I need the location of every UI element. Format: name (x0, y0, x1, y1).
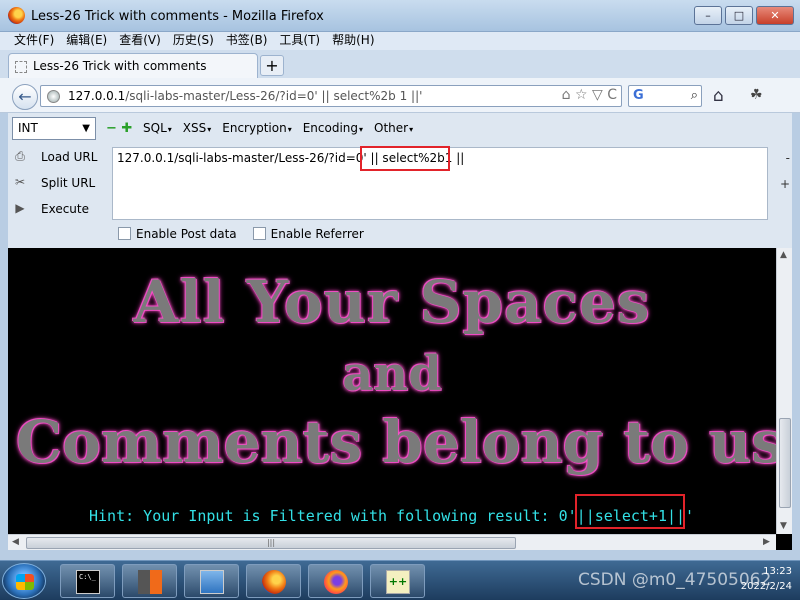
globe-icon (47, 90, 60, 103)
menu-tools[interactable]: 工具(T) (273, 32, 326, 50)
banner-line-2: and (342, 346, 442, 402)
taskbar-notepad[interactable]: ++ (370, 564, 425, 598)
close-button[interactable]: ✕ (756, 6, 794, 25)
back-button[interactable]: ← (12, 84, 38, 110)
menu-encoding[interactable]: Encoding (303, 121, 363, 135)
horizontal-scrollbar[interactable]: ◀ ||| ▶ (8, 534, 776, 550)
load-icon: ⎙ (15, 149, 25, 163)
hackbar-toolbar: INT ▼ − ✚ SQL XSS Encryption Encoding Ot… (0, 113, 800, 143)
plus-minus-icon[interactable]: − ✚ (106, 121, 132, 136)
menu-encryption[interactable]: Encryption (222, 121, 291, 135)
load-url-label: Load URL (41, 150, 98, 164)
hint-suffix: ' (685, 507, 695, 525)
menu-view[interactable]: 查看(V) (113, 32, 167, 50)
menu-other[interactable]: Other (374, 121, 413, 135)
notepad-icon: ++ (386, 570, 410, 594)
minimize-button[interactable]: – (694, 6, 722, 25)
enable-post-label: Enable Post data (136, 227, 237, 241)
menu-history[interactable]: 历史(S) (167, 32, 220, 50)
url-host: 127.0.0.1 (68, 89, 126, 103)
banner-line-1: All Your Spaces (133, 268, 651, 336)
execute-label: Execute (41, 202, 89, 216)
hint-highlight-box (575, 494, 685, 529)
expand-button[interactable]: + (780, 177, 790, 191)
tab-less-26[interactable]: Less-26 Trick with comments (8, 53, 258, 78)
menu-help[interactable]: 帮助(H) (326, 32, 380, 50)
checkbox-box[interactable] (252, 227, 266, 240)
scroll-right-icon[interactable]: ▶ (763, 537, 770, 547)
window-frame-left (0, 113, 8, 563)
firefox-logo-icon (8, 7, 25, 24)
window-controls: – □ ✕ (694, 6, 794, 25)
enable-referrer-label: Enable Referrer (270, 227, 364, 241)
burp-icon (138, 570, 162, 594)
highlight-box (360, 146, 450, 171)
split-icon: ✂ (14, 175, 26, 189)
navigation-bar: ← 127.0.0.1/sqli-labs-master/Less-26/?id… (0, 78, 800, 113)
search-bar[interactable]: G ⌕ (628, 85, 702, 107)
firefox-dev-icon (324, 570, 348, 594)
page-content: All Your Spaces and Comments belong to u… (8, 248, 776, 534)
enable-referrer-checkbox[interactable]: Enable Referrer (252, 227, 364, 241)
page-icon (15, 61, 27, 73)
menu-file[interactable]: 文件(F) (8, 32, 60, 50)
checkbox-box[interactable] (118, 227, 131, 240)
hackbar-url-textarea[interactable]: 127.0.0.1/sqli-labs-master/Less-26/?id=0… (112, 146, 768, 220)
shrink-button[interactable]: - (786, 151, 790, 165)
menu-bar: 文件(F) 编辑(E) 查看(V) 历史(S) 书签(B) 工具(T) 帮助(H… (0, 32, 800, 50)
cmd-icon: C:\_ (76, 570, 100, 594)
split-url-button[interactable]: ✂ Split URL (10, 173, 110, 193)
scroll-up-icon[interactable]: ▲ (780, 250, 787, 260)
firefox-icon (262, 570, 286, 594)
banner-line-3: Comments belong to us (16, 408, 776, 476)
load-url-button[interactable]: ⎙ Load URL (10, 147, 110, 167)
menu-xss[interactable]: XSS (183, 121, 211, 135)
tab-strip: Less-26 Trick with comments + (0, 50, 800, 78)
int-select-value: INT (18, 121, 38, 135)
vertical-scroll-thumb[interactable] (779, 418, 791, 508)
execute-icon: ▶ (15, 201, 25, 215)
hackbar-menus: SQL XSS Encryption Encoding Other (143, 121, 413, 135)
firebug-icon[interactable]: ☘ (750, 87, 763, 103)
window-title: Less-26 Trick with comments - Mozilla Fi… (31, 9, 324, 24)
taskbar-firefox[interactable] (246, 564, 301, 598)
scroll-down-icon[interactable]: ▼ (780, 521, 787, 531)
google-icon[interactable]: G (633, 88, 644, 103)
chevron-down-icon: ▼ (82, 123, 90, 134)
url-path: /sqli-labs-master/Less-26/?id=0' || sele… (125, 89, 423, 103)
vertical-scrollbar[interactable]: ▲ ▼ (776, 248, 792, 534)
enable-post-checkbox[interactable]: Enable Post data (118, 227, 237, 241)
horizontal-scroll-thumb[interactable]: ||| (26, 537, 516, 549)
taskbar-cmd[interactable]: C:\_ (60, 564, 115, 598)
url-text[interactable]: 127.0.0.1/sqli-labs-master/Less-26/?id=0… (68, 89, 422, 103)
tab-label: Less-26 Trick with comments (33, 59, 207, 73)
search-icon[interactable]: ⌕ (691, 88, 698, 103)
scroll-left-icon[interactable]: ◀ (12, 537, 19, 547)
url-bar-icons[interactable]: ⌂ ☆ ▽ C (562, 87, 617, 103)
url-bar[interactable]: 127.0.0.1/sqli-labs-master/Less-26/?id=0… (40, 85, 622, 107)
watermark-text: CSDN @m0_47505062 (578, 570, 772, 590)
maximize-button[interactable]: □ (725, 6, 753, 25)
menu-bookmarks[interactable]: 书签(B) (220, 32, 274, 50)
windows-logo-icon (16, 574, 34, 590)
new-tab-button[interactable]: + (260, 55, 284, 76)
menu-edit[interactable]: 编辑(E) (60, 32, 113, 50)
hackbar-options: Enable Post data Enable Referrer (118, 227, 364, 241)
int-select[interactable]: INT ▼ (12, 117, 96, 140)
home-button[interactable]: ⌂ (713, 86, 724, 106)
split-url-label: Split URL (41, 176, 96, 190)
execute-button[interactable]: ▶ Execute (10, 199, 110, 219)
hackbar-panel: INT ▼ − ✚ SQL XSS Encryption Encoding Ot… (0, 113, 800, 248)
taskbar-burp[interactable] (122, 564, 177, 598)
start-button[interactable] (2, 563, 46, 599)
hint-prefix: Hint: Your Input is Filtered with follow… (89, 507, 577, 525)
menu-sql[interactable]: SQL (143, 121, 172, 135)
window-frame-right (792, 113, 800, 563)
taskbar-network[interactable] (184, 564, 239, 598)
window-title-bar: Less-26 Trick with comments - Mozilla Fi… (0, 0, 800, 32)
network-icon (200, 570, 224, 594)
taskbar-firefox-dev[interactable] (308, 564, 363, 598)
window-frame-bottom (0, 550, 800, 560)
